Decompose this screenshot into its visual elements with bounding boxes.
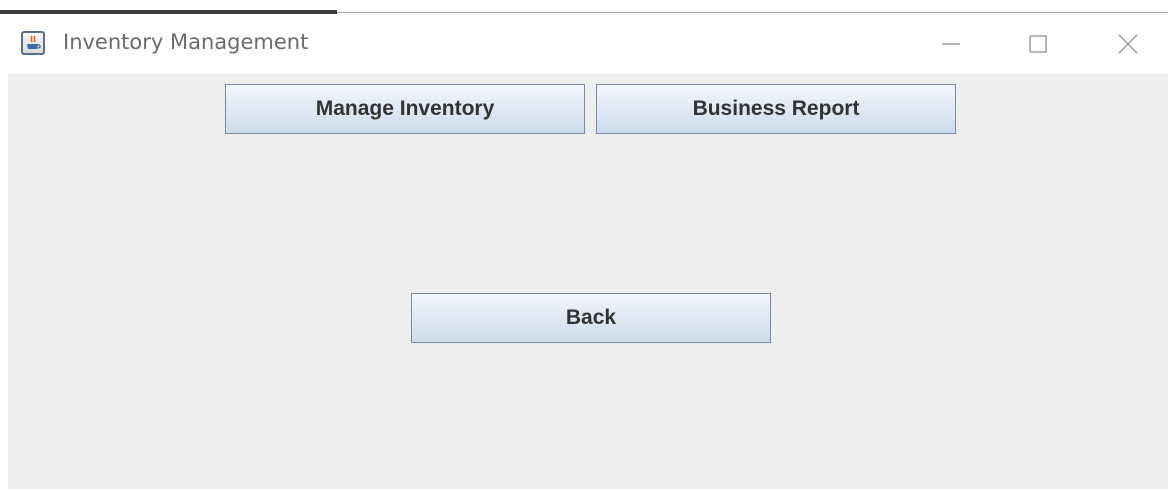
window-top-strip (0, 0, 1168, 14)
business-report-button[interactable]: Business Report (596, 84, 956, 134)
top-strip-light-segment (337, 12, 1168, 13)
minimize-button[interactable] (921, 14, 981, 74)
maximize-icon (1029, 35, 1047, 53)
manage-inventory-button[interactable]: Manage Inventory (225, 84, 585, 134)
content-panel: Manage Inventory Business Report Back (8, 74, 1168, 489)
window-title: Inventory Management (63, 30, 309, 54)
minimize-icon (942, 43, 960, 45)
title-bar[interactable]: Inventory Management (0, 14, 1168, 74)
java-cup-icon (21, 31, 45, 55)
maximize-button[interactable] (1008, 14, 1068, 74)
close-icon (1118, 34, 1138, 54)
back-button[interactable]: Back (411, 293, 771, 343)
application-window: Inventory Management Manage Inventory Bu… (0, 0, 1168, 489)
close-button[interactable] (1098, 14, 1158, 74)
